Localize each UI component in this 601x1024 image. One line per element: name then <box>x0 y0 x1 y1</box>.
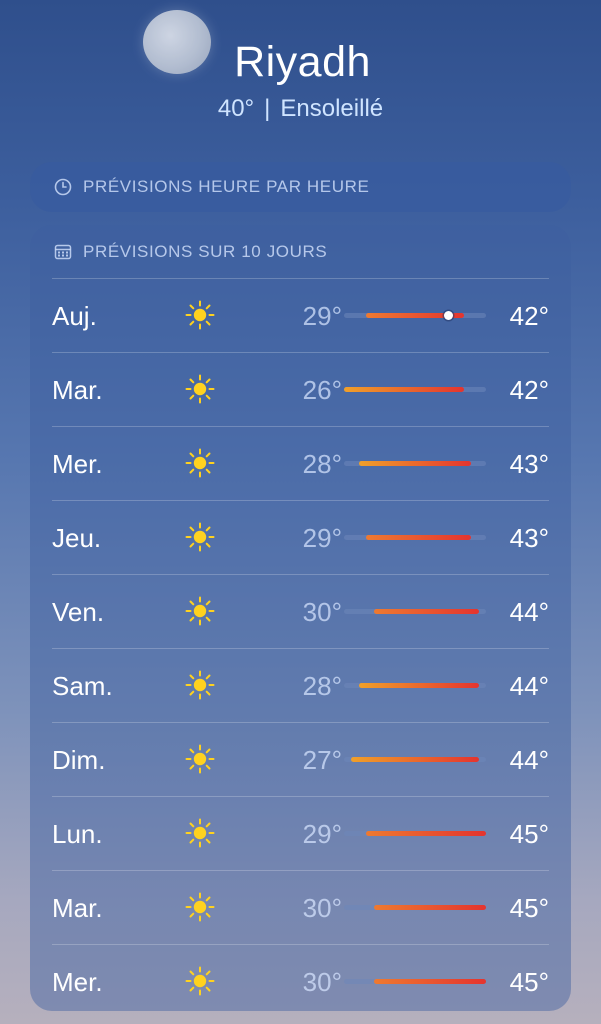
temperature-range-bar <box>344 387 486 392</box>
sun-icon <box>185 892 215 922</box>
high-temperature: 44° <box>509 745 549 775</box>
low-temperature: 29° <box>302 301 342 331</box>
temperature-range-bar <box>344 757 486 762</box>
temperature-range-fill <box>358 461 472 466</box>
forecast-row[interactable]: Mer. 30° 45° <box>52 944 549 1018</box>
city-name: Riyadh <box>234 38 371 86</box>
temperature-range-bar <box>344 609 486 614</box>
day-label: Dim. <box>52 745 106 775</box>
high-temperature: 42° <box>509 301 549 331</box>
temperature-range-bar <box>344 311 486 320</box>
sun-icon <box>185 670 215 700</box>
low-temperature: 26° <box>302 375 342 405</box>
low-temperature: 29° <box>302 819 342 849</box>
low-temperature: 28° <box>302 449 342 479</box>
forecast-row[interactable]: Mar. 30° 45° <box>52 870 549 944</box>
temperature-range-fill <box>366 535 472 540</box>
low-temperature: 30° <box>302 597 342 627</box>
day-label: Mer. <box>52 449 103 479</box>
sun-icon <box>185 744 215 774</box>
temperature-range-bar <box>344 831 486 836</box>
sun-icon <box>185 596 215 626</box>
day-label: Ven. <box>52 597 105 627</box>
low-temperature: 30° <box>302 893 342 923</box>
temperature-range-fill <box>373 979 486 984</box>
forecast-row[interactable]: Ven. 30° 44° <box>52 574 549 648</box>
sun-icon <box>185 448 215 478</box>
ten-day-forecast-card[interactable]: PRÉVISIONS SUR 10 JOURS Auj. 29° 42° Mar… <box>30 225 571 1011</box>
day-label: Mar. <box>52 893 103 923</box>
hourly-forecast-title: PRÉVISIONS HEURE PAR HEURE <box>53 177 369 197</box>
low-temperature: 30° <box>302 967 342 997</box>
temperature-range-bar <box>344 535 486 540</box>
temperature-range-bar <box>344 905 486 910</box>
current-condition: Ensoleillé <box>280 95 384 122</box>
temperature-range-fill <box>366 831 486 836</box>
high-temperature: 45° <box>509 819 549 849</box>
forecast-list: Auj. 29° 42° Mar. 26° 42° Mer. 28° 43° J… <box>52 278 549 1018</box>
high-temperature: 44° <box>509 597 549 627</box>
day-label: Sam. <box>52 671 113 701</box>
day-label: Jeu. <box>52 523 102 553</box>
high-temperature: 43° <box>509 523 549 553</box>
forecast-row[interactable]: Jeu. 29° 43° <box>52 500 549 574</box>
temperature-range-fill <box>373 905 486 910</box>
hourly-forecast-card[interactable]: PRÉVISIONS HEURE PAR HEURE <box>30 162 571 212</box>
forecast-row[interactable]: Mer. 28° 43° <box>52 426 549 500</box>
temperature-range-fill <box>373 609 479 614</box>
calendar-icon <box>54 244 72 260</box>
high-temperature: 43° <box>509 449 549 479</box>
sun-icon <box>185 522 215 552</box>
temperature-range-bar <box>344 461 486 466</box>
high-temperature: 44° <box>509 671 549 701</box>
ten-day-forecast-label: PRÉVISIONS SUR 10 JOURS <box>83 242 328 261</box>
sun-icon <box>185 818 215 848</box>
ten-day-forecast-title: PRÉVISIONS SUR 10 JOURS <box>53 242 327 262</box>
forecast-row[interactable]: Sam. 28° 44° <box>52 648 549 722</box>
forecast-row[interactable]: Dim. 27° 44° <box>52 722 549 796</box>
hourly-forecast-label: PRÉVISIONS HEURE PAR HEURE <box>83 177 370 196</box>
high-temperature: 45° <box>509 893 549 923</box>
weather-header: Riyadh 40° | Ensoleillé <box>0 38 601 123</box>
temperature-range-bar <box>344 979 486 984</box>
low-temperature: 27° <box>302 745 342 775</box>
day-label: Mer. <box>52 967 103 997</box>
high-temperature: 42° <box>509 375 549 405</box>
sun-icon <box>185 374 215 404</box>
day-label: Auj. <box>52 301 97 331</box>
current-temperature-marker <box>444 311 454 320</box>
low-temperature: 28° <box>302 671 342 701</box>
day-label: Mar. <box>52 375 103 405</box>
current-temperature: 40° <box>217 95 255 122</box>
forecast-row[interactable]: Auj. 29° 42° <box>52 278 549 352</box>
low-temperature: 29° <box>302 523 342 553</box>
separator: | <box>264 95 271 122</box>
temperature-range-fill <box>351 757 479 762</box>
clock-icon <box>54 178 72 196</box>
temperature-range-fill <box>358 683 479 688</box>
sun-icon <box>185 300 215 330</box>
forecast-row[interactable]: Mar. 26° 42° <box>52 352 549 426</box>
day-label: Lun. <box>52 819 103 849</box>
forecast-row[interactable]: Lun. 29° 45° <box>52 796 549 870</box>
temperature-range-bar <box>344 683 486 688</box>
current-conditions: 40° | Ensoleillé <box>0 95 601 123</box>
sun-icon <box>185 966 215 996</box>
high-temperature: 45° <box>509 967 549 997</box>
temperature-range-fill <box>344 387 464 392</box>
